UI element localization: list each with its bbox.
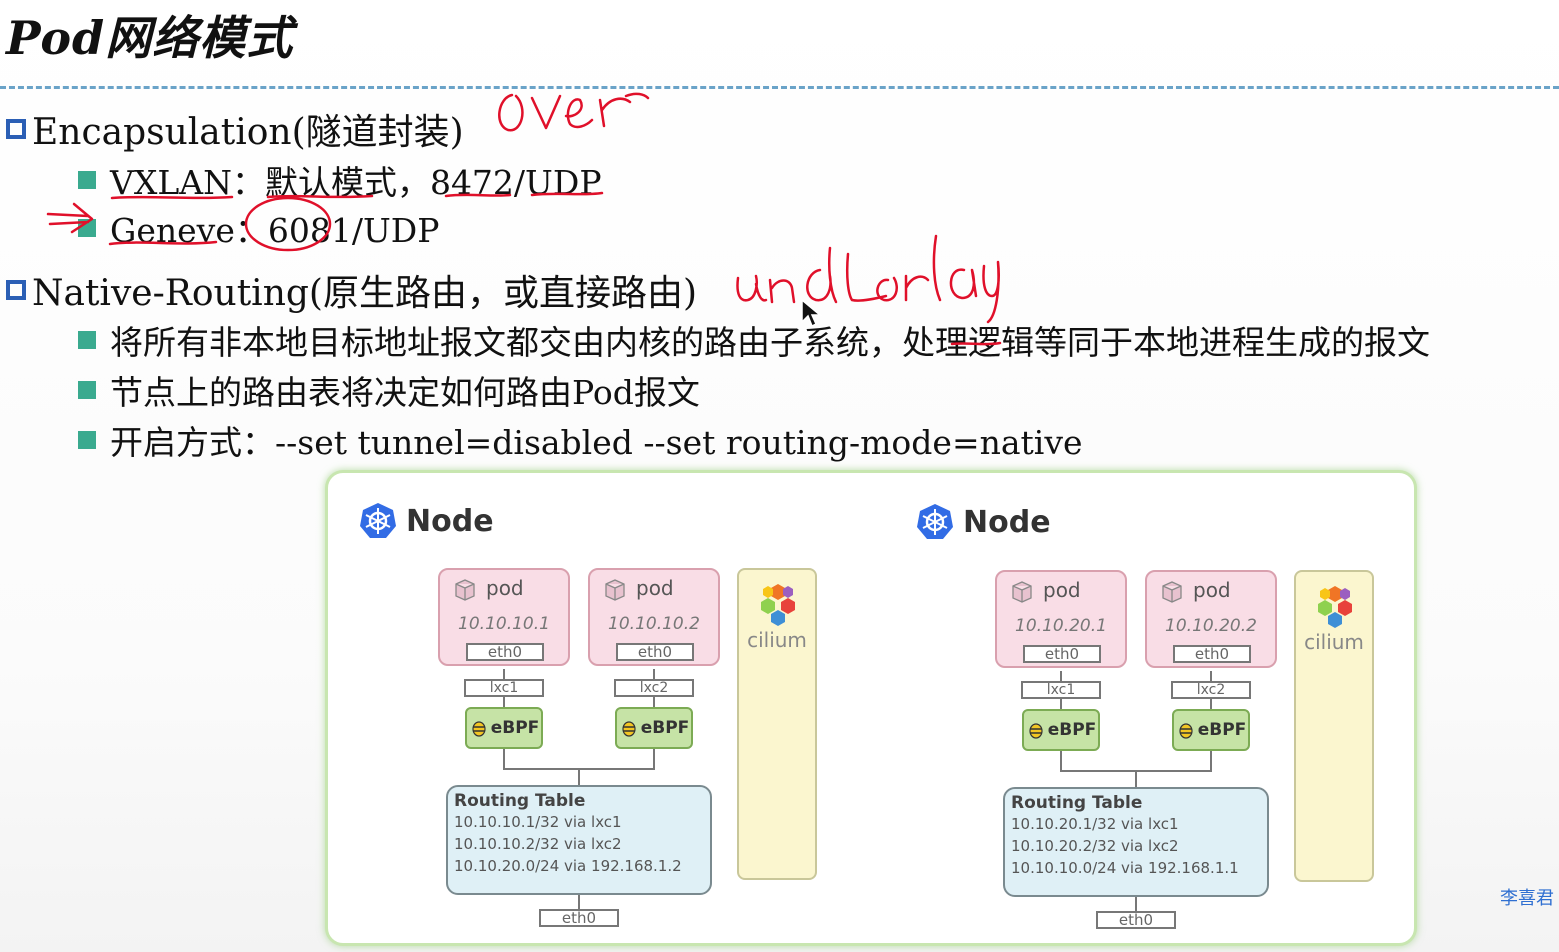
- underline-default: [266, 194, 374, 199]
- pod-box: pod 10.10.10.2 eth0: [588, 568, 720, 666]
- annotation-over: [498, 92, 650, 132]
- pod-eth: eth0: [616, 643, 694, 661]
- cilium-box: cilium: [1294, 570, 1374, 882]
- node-header: Node: [915, 502, 1051, 542]
- pod-cube-icon: [1012, 581, 1032, 603]
- pod-ip: 10.10.10.1: [458, 614, 550, 634]
- lxc-interface: lxc2: [1171, 681, 1251, 699]
- arrow-geneve: [46, 202, 94, 234]
- pod-cube-icon: [455, 579, 475, 601]
- cilium-native-routing-diagram: Node pod 10.10.10.1 eth0 pod 10.10.10.2 …: [325, 470, 1417, 946]
- pod-box: pod 10.10.20.2 eth0: [1145, 570, 1277, 668]
- pod-label: pod: [636, 576, 674, 600]
- kubernetes-icon: [360, 503, 396, 538]
- underline-geneve: [108, 240, 218, 246]
- pod-ip: 10.10.10.2: [608, 614, 700, 634]
- ebpf-bee-icon: [1179, 723, 1193, 739]
- pod-cube-icon: [1162, 581, 1182, 603]
- lxc-interface: lxc1: [464, 679, 544, 697]
- ebpf-box: eBPF: [615, 707, 693, 749]
- circle-6081: [244, 196, 332, 252]
- ebpf-box: eBPF: [1022, 709, 1100, 751]
- cilium-label: cilium: [747, 628, 807, 652]
- routing-table-title: Routing Table: [454, 791, 586, 811]
- ebpf-label: eBPF: [490, 718, 540, 738]
- lxc-interface: lxc2: [614, 679, 694, 697]
- mouse-cursor-icon: [801, 298, 822, 328]
- pod-ip: 10.10.20.1: [1015, 616, 1107, 636]
- pod-eth: eth0: [1173, 645, 1251, 663]
- node-eth: eth0: [1096, 911, 1176, 929]
- handwritten-annotations: [46, 92, 1002, 346]
- ebpf-box: eBPF: [465, 707, 543, 749]
- routing-table-title: Routing Table: [1011, 793, 1143, 813]
- cilium-logo-icon: [761, 584, 795, 626]
- ebpf-bee-icon: [1029, 723, 1043, 739]
- routing-table-row: 10.10.20.2/32 via lxc2: [1011, 837, 1179, 855]
- routing-table: Routing Table 10.10.20.1/32 via lxc1 10.…: [1003, 787, 1269, 897]
- pod-label: pod: [1043, 578, 1081, 602]
- routing-table: Routing Table 10.10.10.1/32 via lxc1 10.…: [446, 785, 712, 895]
- pod-label: pod: [486, 576, 524, 600]
- pod-eth: eth0: [1023, 645, 1101, 663]
- ebpf-bee-icon: [472, 721, 486, 737]
- annotation-underlay: [736, 234, 1000, 324]
- routing-table-row: 10.10.10.2/32 via lxc2: [454, 835, 622, 853]
- routing-table-row: 10.10.10.0/24 via 192.168.1.1: [1011, 859, 1239, 877]
- cilium-label: cilium: [1304, 630, 1364, 654]
- node-eth: eth0: [539, 909, 619, 927]
- pod-box: pod 10.10.10.1 eth0: [438, 568, 570, 666]
- underline-vxlan: [110, 195, 234, 200]
- ebpf-label: eBPF: [1047, 720, 1097, 740]
- node-header: Node: [358, 501, 494, 541]
- routing-table-row: 10.10.20.1/32 via lxc1: [1011, 815, 1179, 833]
- pod-label: pod: [1193, 578, 1231, 602]
- pod-box: pod 10.10.20.1 eth0: [995, 570, 1127, 668]
- ebpf-bee-icon: [622, 721, 636, 737]
- routing-table-row: 10.10.10.1/32 via lxc1: [454, 813, 622, 831]
- node-title: Node: [406, 503, 494, 539]
- kubernetes-icon: [917, 504, 953, 539]
- routing-table-row: 10.10.20.0/24 via 192.168.1.2: [454, 857, 682, 875]
- ebpf-label: eBPF: [640, 718, 690, 738]
- pod-ip: 10.10.20.2: [1165, 616, 1257, 636]
- lxc-interface: lxc1: [1021, 681, 1101, 699]
- strike-line: [950, 341, 1002, 346]
- node-title: Node: [963, 504, 1051, 540]
- cilium-logo-icon: [1318, 586, 1352, 628]
- slide: Pod网络模式 Encapsulation(隧道封装) VXLAN：默认模式，8…: [0, 0, 1559, 952]
- ebpf-label: eBPF: [1197, 720, 1247, 740]
- underline-8472: [444, 193, 512, 198]
- pod-eth: eth0: [466, 643, 544, 661]
- ebpf-box: eBPF: [1172, 709, 1250, 751]
- underline-udp: [530, 191, 604, 197]
- cilium-box: cilium: [737, 568, 817, 880]
- pod-cube-icon: [605, 579, 625, 601]
- watermark: 李喜君: [1500, 888, 1554, 909]
